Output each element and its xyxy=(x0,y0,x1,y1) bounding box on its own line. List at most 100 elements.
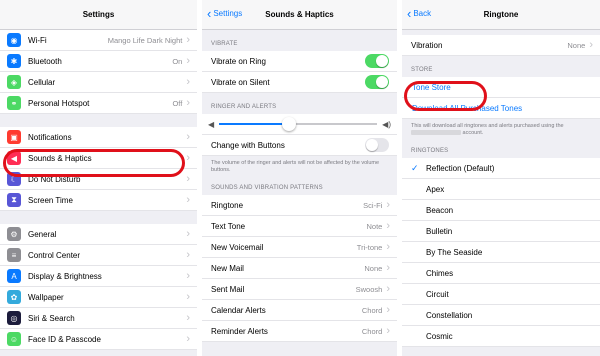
pattern-row[interactable]: Text Tone Note › xyxy=(202,216,397,238)
ringtone-panel: ‹ Back Ringtone Vibration None › STORE T… xyxy=(402,0,600,356)
row-value: Sci-Fi xyxy=(363,200,383,210)
section-header-patterns: SOUNDS AND VIBRATION PATTERNS xyxy=(202,178,397,196)
vibrate-on-ring-toggle[interactable] xyxy=(365,54,389,68)
row-value: Off xyxy=(172,98,183,108)
chevron-right-icon: › xyxy=(386,262,390,275)
row-label: Reminder Alerts xyxy=(211,326,268,336)
pattern-row[interactable]: Reminder Alerts Chord › xyxy=(202,321,397,343)
download-all-link[interactable]: Download All Purchased Tones xyxy=(402,104,600,113)
settings-row[interactable]: ✿ Wallpaper › xyxy=(0,287,197,308)
pattern-row[interactable]: New Voicemail Tri-tone › xyxy=(202,237,397,259)
chevron-right-icon: › xyxy=(186,97,190,109)
slider-thumb[interactable] xyxy=(281,117,296,131)
chevron-right-icon: › xyxy=(386,304,390,317)
bluetooth-icon: ✱ xyxy=(7,54,21,68)
chevron-right-icon: › xyxy=(386,241,390,254)
settings-row[interactable]: ▣ Notifications › xyxy=(0,127,197,148)
settings-row[interactable]: A Display & Brightness › xyxy=(0,266,197,287)
ringtone-row[interactable]: Constellation xyxy=(402,305,600,327)
row-value: Note xyxy=(366,221,383,231)
ringer-note: The volume of the ringer and alerts will… xyxy=(202,156,397,179)
settings-row[interactable]: ☺ Face ID & Passcode › xyxy=(0,329,197,350)
chevron-right-icon: › xyxy=(186,291,190,303)
notifications-icon: ▣ xyxy=(7,130,21,144)
row-label: Ringtone xyxy=(211,200,244,210)
pattern-row[interactable]: New Mail None › xyxy=(202,258,397,280)
chevron-right-icon: › xyxy=(186,312,190,324)
store-note: This will download all ringtones and ale… xyxy=(402,119,600,142)
pattern-row[interactable]: Sent Mail Swoosh › xyxy=(202,279,397,301)
settings-row[interactable]: ◉ Wi-Fi Mango Life Dark Night › xyxy=(0,30,197,51)
vibrate-on-ring-row: Vibrate on Ring xyxy=(202,51,397,72)
vibrate-on-silent-toggle[interactable] xyxy=(365,75,389,89)
settings-row[interactable]: ✱ Bluetooth On › xyxy=(0,51,197,72)
row-label: Vibrate on Silent xyxy=(211,77,270,87)
ringtone-row[interactable]: Bulletin xyxy=(402,221,600,243)
row-label: Face ID & Passcode xyxy=(28,334,101,344)
ringtones-list: ✓ Reflection (Default) Apex Beacon Bulletin B… xyxy=(402,158,600,348)
chevron-right-icon: › xyxy=(386,199,390,212)
ringtone-row[interactable]: Chimes xyxy=(402,263,600,285)
vibration-row[interactable]: Vibration None › xyxy=(402,35,600,56)
ringtone-row[interactable]: By The Seaside xyxy=(402,242,600,264)
ringtone-row[interactable]: Cosmic xyxy=(402,326,600,348)
settings-row[interactable]: ◀ Sounds & Haptics › xyxy=(0,148,197,169)
row-label: Vibrate on Ring xyxy=(211,56,266,66)
settings-row[interactable]: ⧗ Screen Time › xyxy=(0,190,197,211)
settings-row[interactable]: ⚭ Personal Hotspot Off › xyxy=(0,93,197,114)
section-header-vibrate: VIBRATE xyxy=(202,30,397,51)
ringtone-navbar: ‹ Back Ringtone xyxy=(402,0,600,30)
vibrate-on-silent-row: Vibrate on Silent xyxy=(202,72,397,93)
row-label: By The Seaside xyxy=(426,247,483,257)
row-label: Bulletin xyxy=(426,226,453,236)
faceid-icon: ☺ xyxy=(7,332,21,346)
row-value: On xyxy=(172,56,183,66)
wallpaper-icon: ✿ xyxy=(7,290,21,304)
change-with-buttons-toggle[interactable] xyxy=(365,138,389,152)
chevron-right-icon: › xyxy=(186,249,190,261)
chevron-right-icon: › xyxy=(186,333,190,345)
ringtone-row[interactable]: Beacon xyxy=(402,200,600,222)
settings-panel: Settings ◉ Wi-Fi Mango Life Dark Night › ✱ Bl… xyxy=(0,0,197,356)
redacted-account xyxy=(411,130,461,136)
chevron-right-icon: › xyxy=(186,270,190,282)
ringer-volume-row: ◀ ◀) xyxy=(202,114,397,135)
ringer-volume-slider[interactable] xyxy=(219,117,378,131)
settings-row[interactable]: ☾ Do Not Disturb › xyxy=(0,169,197,190)
row-label: Display & Brightness xyxy=(28,271,102,281)
row-label: Calendar Alerts xyxy=(211,305,266,315)
row-label: Constellation xyxy=(426,310,473,320)
ringtone-row[interactable]: Apex xyxy=(402,179,600,201)
page-title: Sounds & Haptics xyxy=(265,10,334,19)
settings-row[interactable]: ⚙ General › xyxy=(0,224,197,245)
settings-row[interactable]: ◈ Cellular › xyxy=(0,72,197,93)
section-header-ringer: RINGER AND ALERTS xyxy=(202,93,397,114)
download-all-row[interactable]: Download All Purchased Tones xyxy=(402,98,600,119)
change-with-buttons-row: Change with Buttons xyxy=(202,135,397,156)
row-value: Swoosh xyxy=(355,284,383,294)
row-label: Change with Buttons xyxy=(211,140,285,150)
row-label: Vibration xyxy=(411,40,443,50)
control-center-icon: ≡ xyxy=(7,248,21,262)
settings-row[interactable]: ≡ Control Center › xyxy=(0,245,197,266)
ringtone-row[interactable]: Circuit xyxy=(402,284,600,306)
row-label: Reflection (Default) xyxy=(426,163,495,173)
tone-store-row[interactable]: Tone Store xyxy=(402,77,600,98)
chevron-right-icon: › xyxy=(186,131,190,143)
cellular-icon: ◈ xyxy=(7,75,21,89)
tone-store-link[interactable]: Tone Store xyxy=(402,83,600,92)
ringtone-row[interactable]: ✓ Reflection (Default) xyxy=(402,158,600,180)
speaker-low-icon: ◀ xyxy=(208,119,215,129)
pattern-row[interactable]: Calendar Alerts Chord › xyxy=(202,300,397,322)
row-label: Wallpaper xyxy=(28,292,64,302)
row-label: Control Center xyxy=(28,250,81,260)
gear-icon: ⚙ xyxy=(7,227,21,241)
row-value: None xyxy=(364,263,383,273)
pattern-row[interactable]: Ringtone Sci-Fi › xyxy=(202,195,397,217)
settings-row[interactable]: ◎ Siri & Search › xyxy=(0,308,197,329)
checkmark-icon: ✓ xyxy=(411,162,419,173)
settings-navbar: Settings xyxy=(0,0,197,30)
patterns-list: Ringtone Sci-Fi › Text Tone Note › New Voicema… xyxy=(202,195,397,343)
row-label: Text Tone xyxy=(211,221,246,231)
chevron-right-icon: › xyxy=(186,173,190,185)
